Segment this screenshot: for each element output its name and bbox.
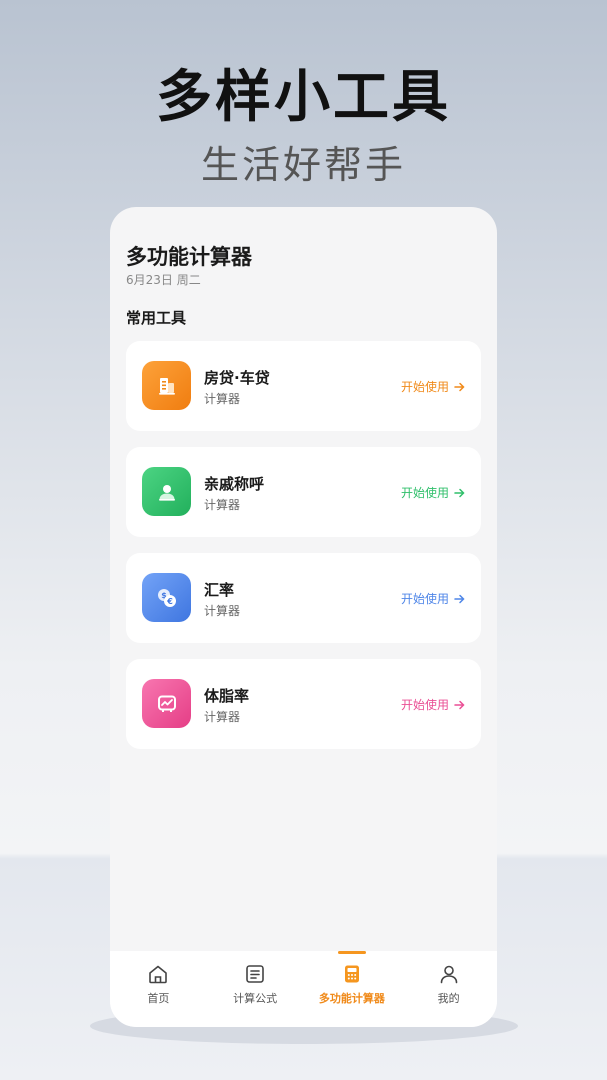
tab-label: 首页 [147,992,170,1005]
svg-text:€: € [166,597,173,606]
start-button[interactable]: 开始使用 [401,696,465,713]
tool-name: 房贷·车贷 [204,369,270,387]
tab-label: 计算公式 [233,992,278,1005]
tab-label: 多功能计算器 [318,992,385,1005]
tool-subtitle: 计算器 [204,604,241,618]
arrow-right-icon [454,700,465,709]
start-button[interactable]: 开始使用 [401,378,465,395]
tool-card-exchange-rate[interactable]: $ € 汇率 计算器 开始使用 [126,553,481,643]
phone-screen: 多功能计算器 6月23日 周二 常用工具 房贷·车贷 计算器 开始使用 亲戚称呼… [110,207,497,1027]
tab-formulas[interactable]: 计算公式 [207,951,304,1027]
arrow-right-icon [454,382,465,391]
start-button[interactable]: 开始使用 [401,590,465,607]
tool-subtitle: 计算器 [204,392,241,406]
tab-profile[interactable]: 我的 [400,951,497,1027]
person-icon [142,467,191,516]
arrow-right-icon [454,488,465,497]
start-button-label: 开始使用 [400,592,449,606]
formula-icon [246,965,264,983]
currency-exchange-icon: $ € [142,573,191,622]
tab-label: 我的 [437,992,460,1005]
tab-calculator[interactable]: 多功能计算器 [304,951,401,1027]
page-title: 多功能计算器 [126,245,252,269]
start-button-label: 开始使用 [400,486,449,500]
arrow-right-icon [454,594,465,603]
tool-name: 亲戚称呼 [204,475,265,493]
calculator-icon [344,965,359,983]
tab-home[interactable]: 首页 [110,951,207,1027]
start-button-label: 开始使用 [400,380,449,394]
date-label: 6月23日 周二 [126,273,201,287]
start-button-label: 开始使用 [400,698,449,712]
body-fat-chart-icon [142,679,191,728]
tool-card-body-fat[interactable]: 体脂率 计算器 开始使用 [126,659,481,749]
start-button[interactable]: 开始使用 [401,484,465,501]
tool-subtitle: 计算器 [204,498,241,512]
tool-card-mortgage[interactable]: 房贷·车贷 计算器 开始使用 [126,341,481,431]
tool-card-relatives[interactable]: 亲戚称呼 计算器 开始使用 [126,447,481,537]
building-icon [142,361,191,410]
hero-title: 多样小工具 [156,65,451,130]
bottom-tab-bar: 首页 计算公式 多功能计算器 我的 [110,951,497,1027]
section-title: 常用工具 [126,309,187,327]
tool-name: 体脂率 [204,687,250,705]
user-icon [440,965,457,984]
active-tab-indicator [337,951,366,954]
home-icon [149,965,168,984]
tool-name: 汇率 [204,581,235,599]
hero-subtitle: 生活好帮手 [200,143,406,187]
tool-subtitle: 计算器 [204,710,241,724]
